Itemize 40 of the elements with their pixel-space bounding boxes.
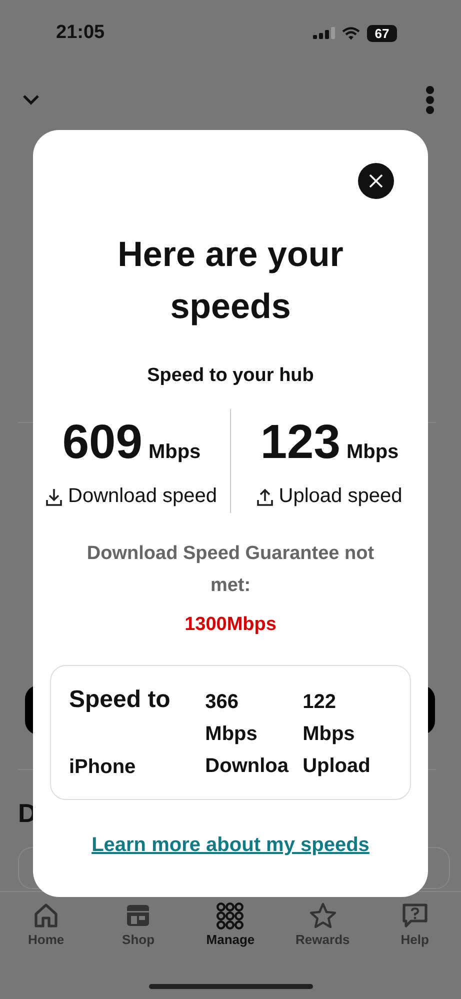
tab-item[interactable]: Shop: [98, 902, 178, 962]
more-button[interactable]: [425, 86, 435, 114]
status-time: 21:05: [56, 22, 105, 44]
close-icon: [369, 174, 383, 188]
signal-icon: [313, 27, 335, 39]
dialog-title: Here are your speeds: [116, 234, 344, 328]
tab-item[interactable]: Rewards: [282, 902, 363, 962]
star-icon: [308, 902, 337, 930]
kebab-menu-icon: [425, 86, 435, 114]
device-speed-label: Downloa: [205, 754, 290, 779]
house-icon: [32, 902, 60, 930]
battery-level: 67: [374, 26, 390, 40]
speed-value: 609: [62, 415, 142, 471]
device-speed-value: 366: [205, 690, 240, 715]
device-speed-unit: Mbps: [302, 722, 356, 747]
speeds-link[interactable]: Learn more about my speeds: [92, 834, 370, 857]
chevron-down-icon: [22, 94, 40, 106]
section-title: Speed to your hub: [147, 364, 314, 388]
upload-icon: [256, 488, 273, 506]
speed-unit: Mbps: [346, 441, 399, 464]
collapse-button[interactable]: [22, 94, 40, 106]
speed-value: 123: [260, 415, 340, 471]
wifi-icon: [342, 26, 360, 40]
device-speed-value: 122: [302, 690, 337, 715]
download-icon: [46, 488, 62, 506]
device-name: iPhone: [69, 756, 137, 779]
help-icon: [400, 902, 429, 930]
speed-label: Download speed: [68, 485, 217, 508]
tab-item[interactable]: Help: [374, 902, 455, 962]
speed-unit: Mbps: [148, 441, 201, 464]
tab-item[interactable]: Home: [6, 902, 86, 962]
tab-item[interactable]: Manage: [190, 902, 270, 962]
grid-icon: [216, 902, 244, 930]
close-button[interactable]: [358, 163, 394, 199]
device-speed-unit: Mbps: [205, 722, 258, 747]
guarantee-speed: 1300Mbps: [184, 613, 276, 637]
speed-label: Upload speed: [278, 485, 402, 508]
device-card-title: Speed to: [69, 686, 172, 714]
device-speed-label: Upload: [302, 754, 372, 779]
guarantee-text: Download Speed Guarantee not met:: [86, 542, 376, 598]
